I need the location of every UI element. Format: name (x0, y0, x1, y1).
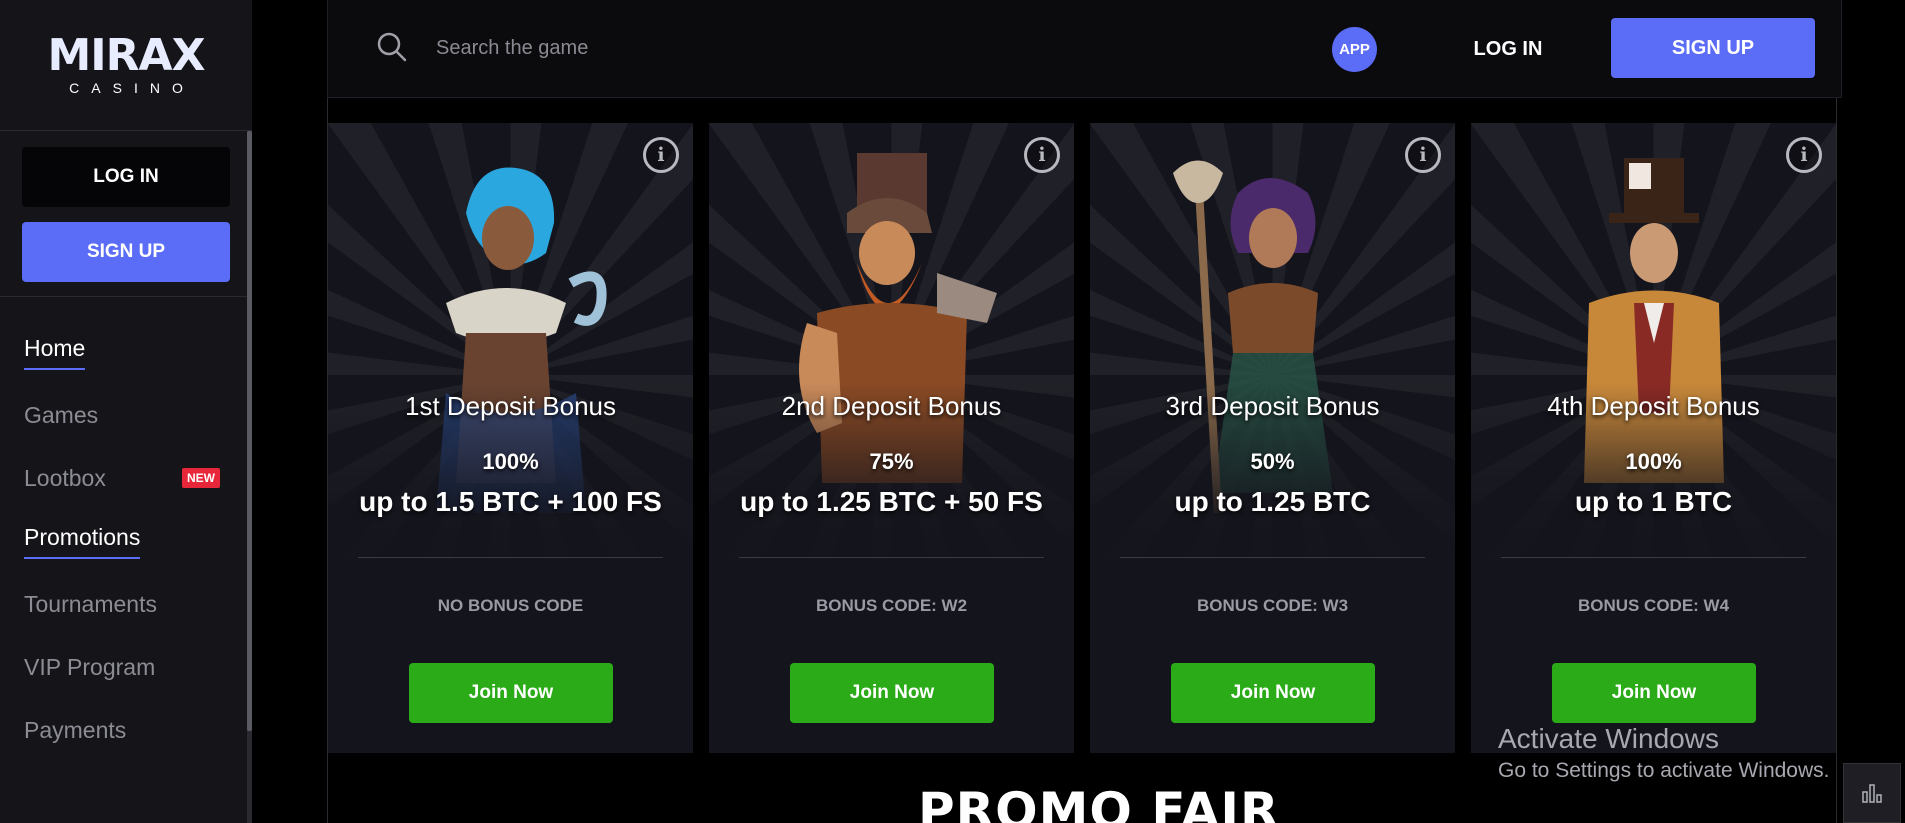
sidebar-item-home[interactable]: Home (0, 321, 252, 384)
card-title: 2nd Deposit Bonus (781, 391, 1002, 421)
sidebar: MIRAX CASINO LOG IN SIGN UP Home Games L… (0, 0, 252, 823)
card-amount: up to 1 BTC (1574, 486, 1733, 517)
join-now-button[interactable]: Join Now (790, 663, 994, 723)
logo-wordmark: MIRAX (47, 34, 205, 78)
sidebar-item-label: Promotions (24, 524, 141, 559)
sidebar-item-label: Home (24, 335, 86, 370)
card-percent: 100% (1625, 449, 1682, 474)
card-divider (358, 557, 663, 558)
header-login-button[interactable]: LOG IN (1428, 27, 1588, 72)
top-bar: APP LOG IN SIGN UP (327, 0, 1842, 98)
card-percent: 75% (869, 449, 914, 474)
watermark-subtitle: Go to Settings to activate Windows. (1498, 759, 1830, 782)
sidebar-item-tournaments[interactable]: Tournaments (0, 573, 252, 636)
deposit-bonus-cards: i 1st Deposit Bonus 100% up to 1.5 BTC +… (328, 123, 1837, 753)
bonus-card: i 3rd Deposit Bonus 50% up to 1.25 BTC B… (1090, 123, 1455, 753)
sidebar-item-vip-program[interactable]: VIP Program (0, 636, 252, 699)
header-signup-button[interactable]: SIGN UP (1611, 18, 1815, 78)
card-title: 1st Deposit Bonus (404, 391, 616, 421)
bonus-card: i 1st Deposit Bonus 100% up to 1.5 BTC +… (328, 123, 693, 753)
sidebar-signup-button[interactable]: SIGN UP (22, 222, 230, 282)
card-percent: 50% (1250, 449, 1295, 474)
sidebar-item-label: Payments (24, 717, 127, 743)
sidebar-scrollbar-thumb[interactable] (247, 131, 252, 731)
sidebar-item-promotions[interactable]: Promotions (0, 510, 252, 573)
card-amount: up to 1.25 BTC (1174, 486, 1371, 517)
sidebar-item-payments[interactable]: Payments (0, 699, 252, 762)
card-divider (739, 557, 1044, 558)
sidebar-item-lootbox[interactable]: Lootbox NEW (0, 447, 252, 510)
sidebar-item-label: VIP Program (24, 654, 156, 680)
search-input[interactable] (436, 30, 836, 66)
section-heading: PROMO FAIR (918, 782, 1280, 823)
info-icon[interactable]: i (1405, 137, 1441, 173)
sidebar-item-label: Lootbox (24, 465, 106, 491)
card-divider (1501, 557, 1806, 558)
card-bonus-code: BONUS CODE: W3 (1196, 596, 1349, 615)
sidebar-item-label: Tournaments (24, 591, 157, 617)
sidebar-auth: LOG IN SIGN UP (0, 131, 252, 297)
bonus-card: i 4th Deposit Bonus 100% up to 1 BTC BON… (1471, 123, 1836, 753)
join-now-button[interactable]: Join Now (1171, 663, 1375, 723)
logo-text: MIRAX (47, 30, 205, 81)
card-divider (1120, 557, 1425, 558)
card-title: 3rd Deposit Bonus (1165, 391, 1380, 421)
app-button[interactable]: APP (1332, 27, 1377, 72)
sidebar-nav: Home Games Lootbox NEW Promotions Tourna… (0, 297, 252, 762)
sidebar-item-games[interactable]: Games (0, 384, 252, 447)
stats-widget-button[interactable] (1843, 763, 1901, 823)
sidebar-login-button[interactable]: LOG IN (22, 147, 230, 207)
sidebar-item-label: Games (24, 402, 99, 428)
info-icon[interactable]: i (643, 137, 679, 173)
new-badge: NEW (182, 468, 220, 488)
card-title: 4th Deposit Bonus (1547, 391, 1760, 421)
watermark-title: Activate Windows (1498, 723, 1719, 754)
bonus-card: i 2nd Deposit Bonus 75% up to 1.25 BTC +… (709, 123, 1074, 753)
card-amount: up to 1.5 BTC + 100 FS (359, 486, 662, 517)
join-now-button[interactable]: Join Now (1552, 663, 1756, 723)
windows-activation-watermark: Activate Windows Go to Settings to activ… (1498, 723, 1830, 783)
card-bonus-code: BONUS CODE: W2 (815, 596, 968, 615)
join-now-button[interactable]: Join Now (409, 663, 613, 723)
card-bonus-code: BONUS CODE: W4 (1577, 596, 1730, 615)
bar-chart-icon (1862, 784, 1882, 803)
card-percent: 100% (482, 449, 539, 474)
card-bonus-code: NO BONUS CODE (437, 596, 584, 615)
info-icon[interactable]: i (1786, 137, 1822, 173)
info-icon[interactable]: i (1024, 137, 1060, 173)
logo-subtext: CASINO (69, 80, 195, 96)
logo[interactable]: MIRAX CASINO (0, 0, 252, 131)
card-amount: up to 1.25 BTC + 50 FS (740, 486, 1043, 517)
app-root: MIRAX CASINO LOG IN SIGN UP Home Games L… (0, 0, 1905, 823)
search-icon[interactable] (376, 31, 408, 63)
